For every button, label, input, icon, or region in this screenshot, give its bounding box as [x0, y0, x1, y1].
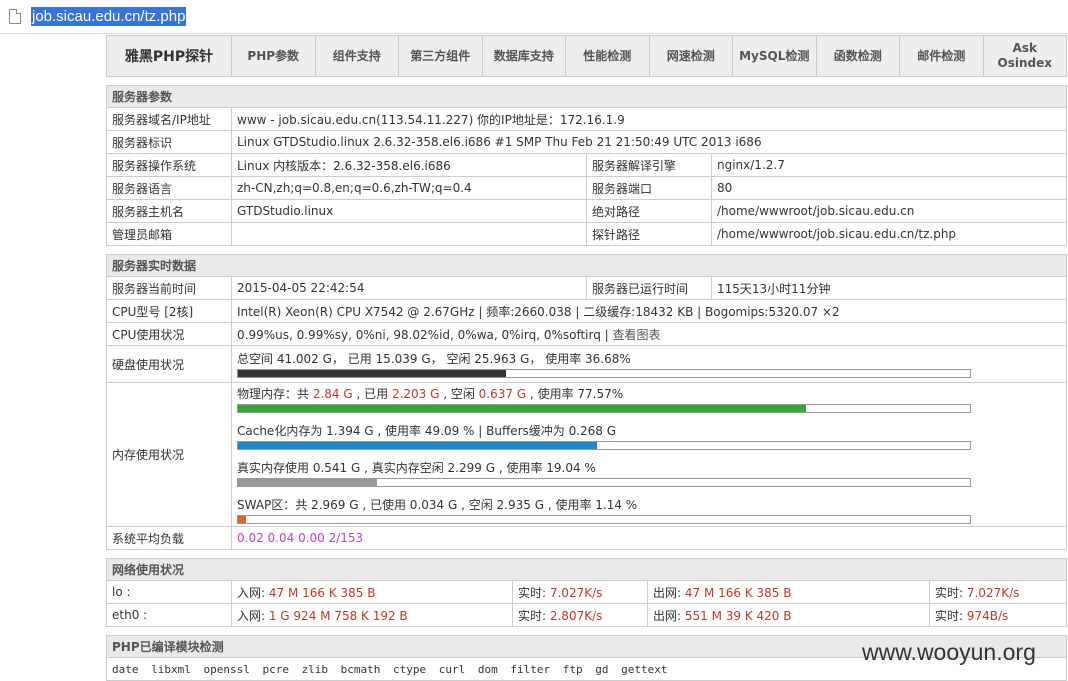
row-label: 绝对路径: [586, 199, 712, 223]
nav-database[interactable]: 数据库支持: [483, 36, 566, 76]
iface-name: eth0 :: [106, 603, 232, 627]
row-label: 服务器操作系统: [106, 153, 232, 177]
row-value: 物理内存：共 2.84 G , 已用 2.203 G , 空闲 0.637 G …: [231, 382, 1067, 527]
row-value: Linux GTDStudio.linux 2.6.32-358.el6.i68…: [231, 130, 1067, 154]
address-bar[interactable]: job.sicau.edu.cn/tz.php: [0, 0, 1068, 34]
nav-php-params[interactable]: PHP参数: [232, 36, 316, 76]
row-value: 2015-04-05 22:42:54: [231, 276, 587, 300]
nav-mail[interactable]: 邮件检测: [900, 36, 984, 76]
row-label: 服务器标识: [106, 130, 232, 154]
row-label: 服务器已运行时间: [586, 276, 712, 300]
section-title: 服务器参数: [106, 85, 1067, 108]
brand-title[interactable]: 雅黑PHP探针: [107, 36, 232, 76]
row-label: CPU型号 [2核]: [106, 299, 232, 323]
nav-ask-osindex[interactable]: Ask Osindex: [984, 36, 1067, 76]
nav-network-speed[interactable]: 网速检测: [650, 36, 733, 76]
real-mem-bar: [237, 478, 971, 487]
phys-mem-fill: [238, 405, 806, 412]
nav-performance[interactable]: 性能检测: [566, 36, 650, 76]
row-label: 硬盘使用状况: [106, 345, 232, 383]
cache-mem-fill: [238, 442, 598, 449]
swap-fill: [238, 516, 247, 523]
load-value: 0.02 0.04 0.00 2/153: [231, 526, 1067, 550]
row-label: 服务器语言: [106, 176, 232, 200]
row-label: 服务器域名/IP地址: [106, 107, 232, 131]
net-out: 551 M 39 K 420 B: [684, 608, 792, 623]
page-icon: [9, 9, 21, 24]
row-label: CPU使用状况: [106, 322, 232, 346]
phys-mem-bar: [237, 404, 971, 413]
cpu-usage-text: 0.99%us, 0.99%sy, 0%ni, 98.02%id, 0%wa, …: [237, 327, 613, 342]
row-label: 内存使用状况: [106, 382, 232, 527]
row-value: 0.99%us, 0.99%sy, 0%ni, 98.02%id, 0%wa, …: [231, 322, 1067, 346]
table-row: eth0 : 入网: 1 G 924 M 758 K 192 B 实时: 2.8…: [106, 603, 1067, 627]
row-value: [231, 222, 587, 246]
top-nav: 雅黑PHP探针 PHP参数 组件支持 第三方组件 数据库支持 性能检测 网速检测…: [106, 35, 1067, 77]
disk-text: 总空间 41.002 G， 已用 15.039 G， 空闲 25.963 G， …: [237, 352, 631, 366]
real-mem-fill: [238, 479, 378, 486]
row-value: GTDStudio.linux: [231, 199, 587, 223]
row-label: 系统平均负载: [106, 526, 232, 550]
server-params-table: 服务器参数 服务器域名/IP地址 www - job.sicau.edu.cn(…: [106, 85, 1067, 246]
net-rt-in: 7.027K/s: [549, 585, 603, 600]
nav-third-party[interactable]: 第三方组件: [399, 36, 483, 76]
network-table: 网络使用状况 lo : 入网: 47 M 166 K 385 B 实时: 7.0…: [106, 558, 1067, 627]
cache-mem-bar: [237, 441, 971, 450]
row-value: 115天13小时11分钟: [711, 276, 1067, 300]
row-value: www - job.sicau.edu.cn(113.54.11.227) 你的…: [231, 107, 1067, 131]
row-label: 服务器当前时间: [106, 276, 232, 300]
disk-usage-fill: [238, 370, 507, 377]
section-title: 服务器实时数据: [106, 254, 1067, 277]
net-out: 47 M 166 K 385 B: [684, 585, 792, 600]
net-rt-out: 7.027K/s: [966, 585, 1020, 600]
net-rt-out: 974B/s: [966, 608, 1009, 623]
url-text[interactable]: job.sicau.edu.cn/tz.php: [31, 7, 187, 26]
row-value: /home/wwwroot/job.sicau.edu.cn/tz.php: [711, 222, 1067, 246]
probe-page: 雅黑PHP探针 PHP参数 组件支持 第三方组件 数据库支持 性能检测 网速检测…: [106, 35, 1067, 681]
row-value: 80: [711, 176, 1067, 200]
net-in: 1 G 924 M 758 K 192 B: [268, 608, 408, 623]
row-label: 服务器主机名: [106, 199, 232, 223]
table-row: lo : 入网: 47 M 166 K 385 B 实时: 7.027K/s 出…: [106, 580, 1067, 604]
row-value: nginx/1.2.7: [711, 153, 1067, 177]
nav-mysql[interactable]: MySQL检测: [733, 36, 817, 76]
disk-usage-bar: [237, 369, 971, 378]
realtime-table: 服务器实时数据 服务器当前时间 2015-04-05 22:42:54 服务器已…: [106, 254, 1067, 550]
row-value: /home/wwwroot/job.sicau.edu.cn: [711, 199, 1067, 223]
nav-functions[interactable]: 函数检测: [817, 36, 900, 76]
watermark: www.wooyun.org: [862, 639, 1036, 665]
iface-name: lo :: [106, 580, 232, 604]
real-mem-text: 真实内存使用 0.541 G , 真实内存空闲 2.299 G , 使用率 19…: [237, 461, 596, 475]
row-value: zh-CN,zh;q=0.8,en;q=0.6,zh-TW;q=0.4: [231, 176, 587, 200]
cache-mem-text: Cache化内存为 1.394 G , 使用率 49.09 % | Buffer…: [237, 424, 617, 438]
nav-components[interactable]: 组件支持: [316, 36, 399, 76]
phys-mem-text: 物理内存：共 2.84 G , 已用 2.203 G , 空闲 0.637 G …: [237, 387, 624, 401]
row-value: Intel(R) Xeon(R) CPU X7542 @ 2.67GHz | 频…: [231, 299, 1067, 323]
net-rt-in: 2.807K/s: [549, 608, 603, 623]
swap-text: SWAP区：共 2.969 G , 已使用 0.034 G , 空闲 2.935…: [237, 498, 638, 512]
row-label: 服务器解译引擎: [586, 153, 712, 177]
cpu-chart-link[interactable]: 查看图表: [613, 328, 661, 342]
row-value: Linux 内核版本：2.6.32-358.el6.i686: [231, 153, 587, 177]
swap-bar: [237, 515, 971, 524]
row-label: 管理员邮箱: [106, 222, 232, 246]
net-in: 47 M 166 K 385 B: [268, 585, 376, 600]
section-title: 网络使用状况: [106, 558, 1067, 581]
row-value: 总空间 41.002 G， 已用 15.039 G， 空闲 25.963 G， …: [231, 345, 1067, 383]
row-label: 探针路径: [586, 222, 712, 246]
row-label: 服务器端口: [586, 176, 712, 200]
